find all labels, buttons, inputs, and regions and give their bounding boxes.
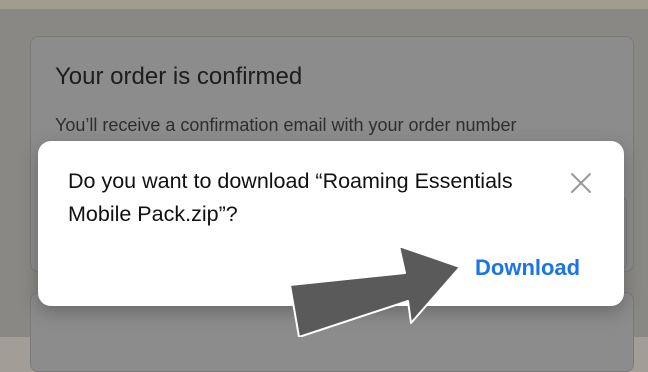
order-confirmed-title: Your order is confirmed [55, 63, 303, 90]
download-button[interactable]: Download [475, 255, 580, 281]
arrow-icon [289, 245, 460, 337]
close-icon[interactable] [569, 171, 593, 195]
order-confirmed-subtitle: You’ll receive a confirmation email with… [55, 115, 517, 135]
browser-top-strip [0, 0, 648, 9]
download-dialog-message: Do you want to download “Roaming Essenti… [68, 169, 513, 226]
